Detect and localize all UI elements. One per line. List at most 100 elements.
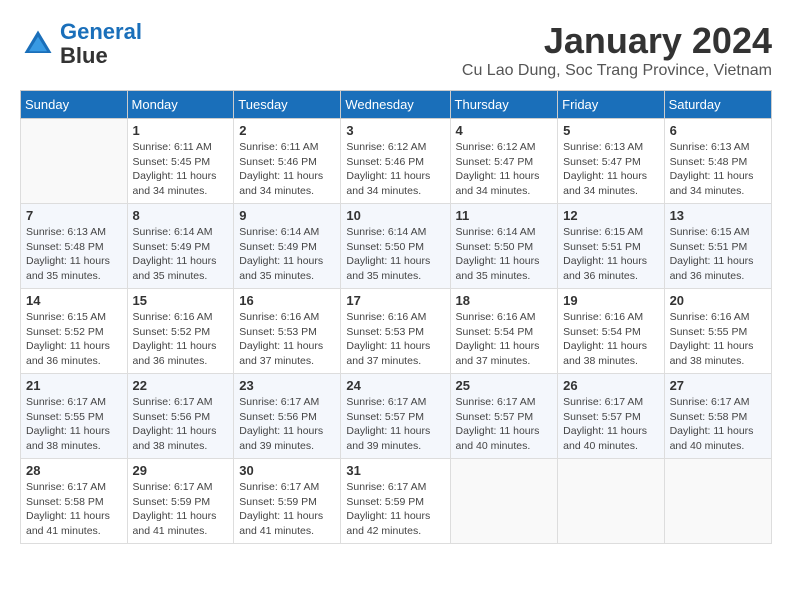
calendar-cell: 6Sunrise: 6:13 AMSunset: 5:48 PMDaylight… [664, 119, 771, 204]
day-info: Sunrise: 6:17 AMSunset: 5:58 PMDaylight:… [26, 480, 122, 539]
day-info: Sunrise: 6:17 AMSunset: 5:57 PMDaylight:… [346, 395, 444, 454]
calendar-cell: 29Sunrise: 6:17 AMSunset: 5:59 PMDayligh… [127, 459, 234, 544]
calendar-cell: 26 Sunrise: 6:17 AMSunset: 5:57 PMDayligh… [558, 374, 664, 459]
calendar-header-row: SundayMondayTuesdayWednesdayThursdayFrid… [21, 91, 772, 119]
day-info: Sunrise: 6:17 AMSunset: 5:58 PMDaylight:… [670, 395, 766, 454]
calendar-cell: 10 Sunrise: 6:14 AMSunset: 5:50 PMDayligh… [341, 204, 450, 289]
day-info: Sunrise: 6:16 AMSunset: 5:52 PMDaylight:… [133, 310, 229, 369]
day-number: 17 [346, 293, 444, 308]
day-number: 4 [456, 123, 553, 138]
day-info: Sunrise: 6:16 AMSunset: 5:53 PMDaylight:… [239, 310, 335, 369]
day-number: 31 [346, 463, 444, 478]
calendar-week-1: 1 Sunrise: 6:11 AMSunset: 5:45 PMDaylight… [21, 119, 772, 204]
day-number: 6 [670, 123, 766, 138]
day-info: Sunrise: 6:13 AMSunset: 5:48 PMDaylight:… [26, 225, 122, 284]
day-info: Sunrise: 6:15 AMSunset: 5:51 PMDaylight:… [563, 225, 658, 284]
calendar-cell: 25 Sunrise: 6:17 AMSunset: 5:57 PMDayligh… [450, 374, 558, 459]
day-info: Sunrise: 6:16 AMSunset: 5:54 PMDaylight:… [563, 310, 658, 369]
day-number: 22 [133, 378, 229, 393]
day-number: 13 [670, 208, 766, 223]
day-number: 15 [133, 293, 229, 308]
calendar-week-3: 14Sunrise: 6:15 AMSunset: 5:52 PMDayligh… [21, 289, 772, 374]
calendar-cell: 8Sunrise: 6:14 AMSunset: 5:49 PMDaylight… [127, 204, 234, 289]
page-header: General Blue January 2024 Cu Lao Dung, S… [20, 20, 772, 80]
calendar-cell [558, 459, 664, 544]
day-number: 1 [133, 123, 229, 138]
weekday-header-tuesday: Tuesday [234, 91, 341, 119]
day-number: 18 [456, 293, 553, 308]
day-number: 25 [456, 378, 553, 393]
logo-icon [20, 26, 56, 62]
calendar-cell: 2Sunrise: 6:11 AMSunset: 5:46 PMDaylight… [234, 119, 341, 204]
day-info: Sunrise: 6:17 AMSunset: 5:59 PMDaylight:… [346, 480, 444, 539]
calendar-cell: 21 Sunrise: 6:17 AMSunset: 5:55 PMDayligh… [21, 374, 128, 459]
day-number: 29 [133, 463, 229, 478]
day-info: Sunrise: 6:13 AMSunset: 5:47 PMDaylight:… [563, 140, 658, 199]
calendar-cell: 24 Sunrise: 6:17 AMSunset: 5:57 PMDayligh… [341, 374, 450, 459]
title-area: January 2024 Cu Lao Dung, Soc Trang Prov… [462, 20, 772, 80]
day-info: Sunrise: 6:11 AMSunset: 5:45 PMDaylight:… [133, 140, 229, 199]
day-info: Sunrise: 6:14 AMSunset: 5:50 PMDaylight:… [346, 225, 444, 284]
day-info: Sunrise: 6:14 AMSunset: 5:49 PMDaylight:… [239, 225, 335, 284]
day-number: 3 [346, 123, 444, 138]
day-number: 16 [239, 293, 335, 308]
day-info: Sunrise: 6:17 AMSunset: 5:57 PMDaylight:… [563, 395, 658, 454]
day-number: 11 [456, 208, 553, 223]
day-info: Sunrise: 6:14 AMSunset: 5:50 PMDaylight:… [456, 225, 553, 284]
calendar-cell: 27 Sunrise: 6:17 AMSunset: 5:58 PMDayligh… [664, 374, 771, 459]
calendar-cell: 31 Sunrise: 6:17 AMSunset: 5:59 PMDayligh… [341, 459, 450, 544]
calendar-cell: 30Sunrise: 6:17 AMSunset: 5:59 PMDayligh… [234, 459, 341, 544]
day-info: Sunrise: 6:16 AMSunset: 5:54 PMDaylight:… [456, 310, 553, 369]
day-info: Sunrise: 6:11 AMSunset: 5:46 PMDaylight:… [239, 140, 335, 199]
calendar-cell [664, 459, 771, 544]
calendar-cell [450, 459, 558, 544]
logo: General Blue [20, 20, 142, 68]
calendar-cell: 11 Sunrise: 6:14 AMSunset: 5:50 PMDayligh… [450, 204, 558, 289]
calendar-table: SundayMondayTuesdayWednesdayThursdayFrid… [20, 90, 772, 544]
day-number: 19 [563, 293, 658, 308]
calendar-cell: 28Sunrise: 6:17 AMSunset: 5:58 PMDayligh… [21, 459, 128, 544]
calendar-cell: 14Sunrise: 6:15 AMSunset: 5:52 PMDayligh… [21, 289, 128, 374]
logo-text: General Blue [60, 20, 142, 68]
weekday-header-saturday: Saturday [664, 91, 771, 119]
calendar-cell: 15 Sunrise: 6:16 AMSunset: 5:52 PMDayligh… [127, 289, 234, 374]
day-number: 23 [239, 378, 335, 393]
day-number: 27 [670, 378, 766, 393]
calendar-cell: 13Sunrise: 6:15 AMSunset: 5:51 PMDayligh… [664, 204, 771, 289]
day-number: 7 [26, 208, 122, 223]
location-title: Cu Lao Dung, Soc Trang Province, Vietnam [462, 62, 772, 80]
day-number: 26 [563, 378, 658, 393]
day-info: Sunrise: 6:17 AMSunset: 5:55 PMDaylight:… [26, 395, 122, 454]
weekday-header-monday: Monday [127, 91, 234, 119]
day-info: Sunrise: 6:12 AMSunset: 5:46 PMDaylight:… [346, 140, 444, 199]
day-info: Sunrise: 6:17 AMSunset: 5:56 PMDaylight:… [133, 395, 229, 454]
calendar-cell: 1 Sunrise: 6:11 AMSunset: 5:45 PMDaylight… [127, 119, 234, 204]
calendar-week-4: 21 Sunrise: 6:17 AMSunset: 5:55 PMDayligh… [21, 374, 772, 459]
calendar-body: 1 Sunrise: 6:11 AMSunset: 5:45 PMDaylight… [21, 119, 772, 544]
day-number: 21 [26, 378, 122, 393]
day-info: Sunrise: 6:17 AMSunset: 5:57 PMDaylight:… [456, 395, 553, 454]
calendar-cell: 12 Sunrise: 6:15 AMSunset: 5:51 PMDayligh… [558, 204, 664, 289]
day-info: Sunrise: 6:17 AMSunset: 5:56 PMDaylight:… [239, 395, 335, 454]
calendar-cell: 4 Sunrise: 6:12 AMSunset: 5:47 PMDaylight… [450, 119, 558, 204]
calendar-cell: 17 Sunrise: 6:16 AMSunset: 5:53 PMDayligh… [341, 289, 450, 374]
month-title: January 2024 [462, 20, 772, 62]
day-number: 12 [563, 208, 658, 223]
weekday-header-wednesday: Wednesday [341, 91, 450, 119]
calendar-week-5: 28Sunrise: 6:17 AMSunset: 5:58 PMDayligh… [21, 459, 772, 544]
day-number: 10 [346, 208, 444, 223]
calendar-cell: 18 Sunrise: 6:16 AMSunset: 5:54 PMDayligh… [450, 289, 558, 374]
calendar-cell: 3 Sunrise: 6:12 AMSunset: 5:46 PMDaylight… [341, 119, 450, 204]
calendar-cell: 16 Sunrise: 6:16 AMSunset: 5:53 PMDayligh… [234, 289, 341, 374]
day-info: Sunrise: 6:12 AMSunset: 5:47 PMDaylight:… [456, 140, 553, 199]
calendar-cell: 19 Sunrise: 6:16 AMSunset: 5:54 PMDayligh… [558, 289, 664, 374]
calendar-cell: 20Sunrise: 6:16 AMSunset: 5:55 PMDayligh… [664, 289, 771, 374]
day-info: Sunrise: 6:16 AMSunset: 5:55 PMDaylight:… [670, 310, 766, 369]
day-number: 9 [239, 208, 335, 223]
day-number: 24 [346, 378, 444, 393]
calendar-cell [21, 119, 128, 204]
calendar-cell: 23 Sunrise: 6:17 AMSunset: 5:56 PMDayligh… [234, 374, 341, 459]
calendar-cell: 7 Sunrise: 6:13 AMSunset: 5:48 PMDaylight… [21, 204, 128, 289]
calendar-cell: 9 Sunrise: 6:14 AMSunset: 5:49 PMDaylight… [234, 204, 341, 289]
day-info: Sunrise: 6:16 AMSunset: 5:53 PMDaylight:… [346, 310, 444, 369]
